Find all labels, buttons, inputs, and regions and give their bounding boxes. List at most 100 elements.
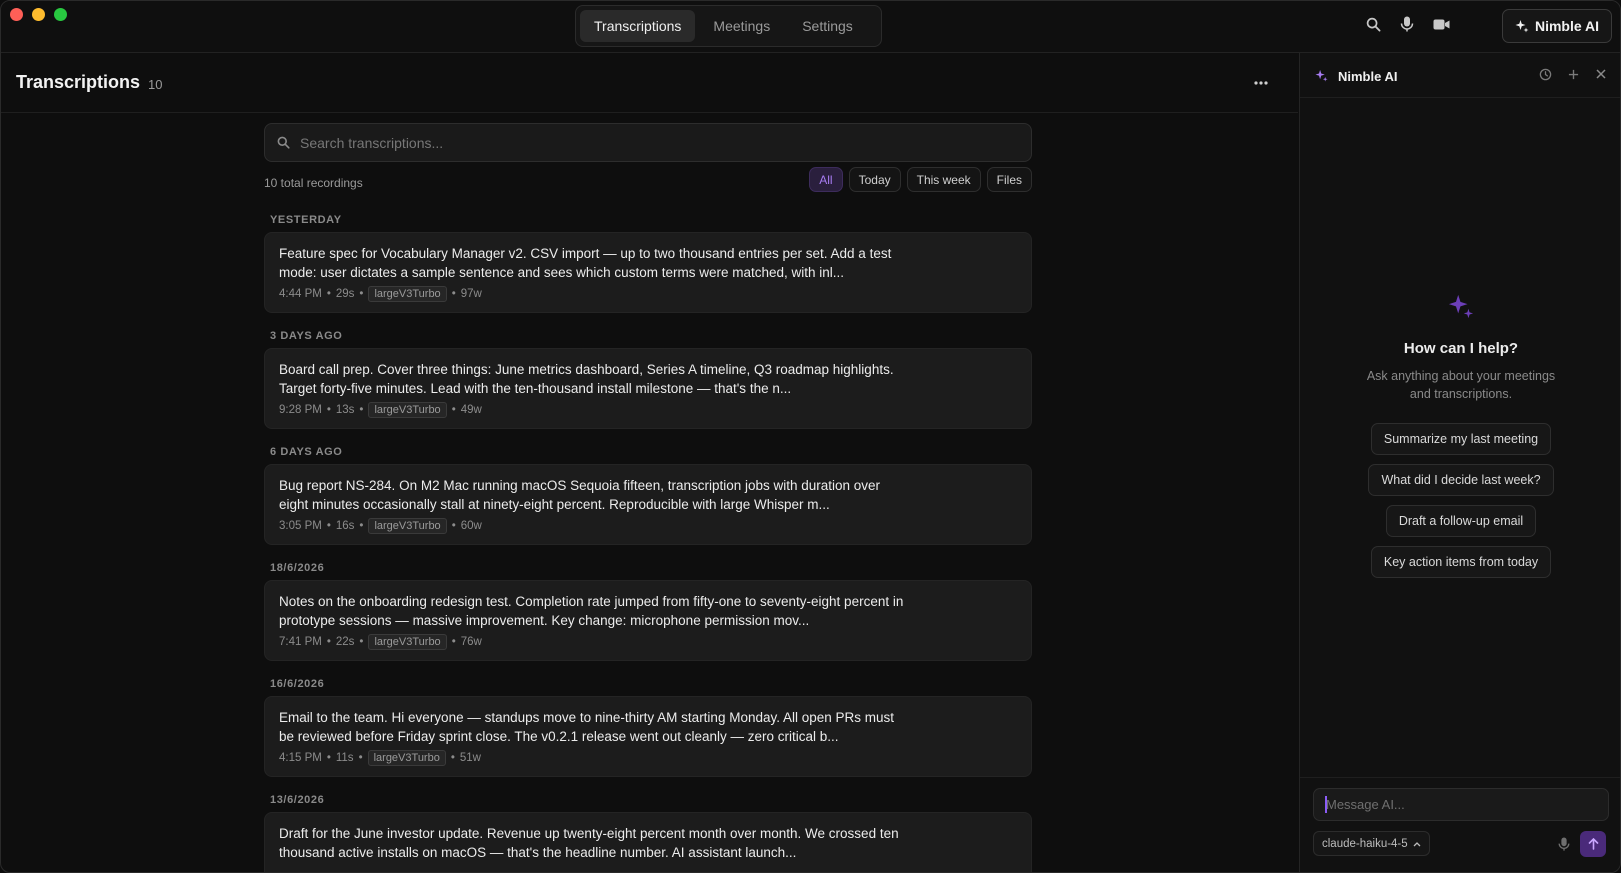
suggestion-decisions[interactable]: What did I decide last week?	[1368, 464, 1554, 496]
message-input[interactable]	[1313, 788, 1609, 821]
page-title: Transcriptions	[16, 72, 141, 92]
more-options-icon[interactable]	[1251, 73, 1271, 93]
title-bar: Transcriptions Meetings Settings Nimble …	[1, 1, 1620, 53]
filter-files[interactable]: Files	[986, 167, 1032, 192]
microphone-icon[interactable]	[1557, 837, 1571, 851]
app-window: Transcriptions Meetings Settings Nimble …	[0, 0, 1621, 873]
history-icon[interactable]	[1538, 67, 1552, 81]
transcription-duration: 29s	[335, 288, 355, 300]
word-count: 60w	[460, 520, 482, 532]
sparkle-icon	[1448, 294, 1474, 319]
minimize-window-button[interactable]	[32, 8, 45, 21]
word-count: 49w	[460, 404, 482, 416]
suggestion-summarize[interactable]: Summarize my last meeting	[1370, 423, 1552, 455]
empty-state-title: How can I help?	[1403, 340, 1519, 357]
panel-title: Nimble AI	[1338, 69, 1398, 84]
model-selector-label: claude-haiku-4-5	[1322, 837, 1408, 850]
transcription-card[interactable]: Feature spec for Vocabulary Manager v2. …	[264, 232, 1032, 313]
transcription-meta: 4:44 PM • 29s • largeV3Turbo • 97w	[279, 286, 482, 302]
group-label: 6 DAYS AGO	[270, 446, 343, 458]
transcription-card[interactable]: Draft for the June investor update. Reve…	[264, 812, 1032, 872]
filter-chips: All Today This week Files	[809, 167, 1032, 192]
group-label: 3 DAYS AGO	[270, 330, 343, 342]
transcription-card[interactable]: Email to the team. Hi everyone — standup…	[264, 696, 1032, 777]
tab-meetings[interactable]: Meetings	[699, 10, 784, 42]
model-badge: largeV3Turbo	[368, 286, 447, 302]
group-label: 18/6/2026	[270, 562, 325, 574]
video-camera-icon[interactable]	[1432, 15, 1450, 33]
transcriptions-view: Transcriptions 10 10 total recordings Al…	[1, 53, 1298, 872]
search-icon	[277, 136, 290, 149]
panel-header: Nimble AI	[1300, 53, 1620, 98]
tab-settings[interactable]: Settings	[788, 10, 867, 42]
transcription-time: 4:44 PM	[279, 288, 322, 300]
suggestion-follow-up[interactable]: Draft a follow-up email	[1385, 505, 1537, 537]
new-chat-icon[interactable]	[1566, 67, 1580, 81]
text-cursor	[1325, 796, 1327, 813]
close-icon[interactable]	[1594, 67, 1608, 81]
transcription-text: Notes on the onboarding redesign test. C…	[279, 594, 904, 628]
transcription-text: Bug report NS-284. On M2 Mac running mac…	[279, 478, 881, 512]
empty-state-subtitle: Ask anything about your meetings and tra…	[1366, 369, 1556, 401]
transcription-meta: 3:05 PM • 16s • largeV3Turbo • 60w	[279, 518, 482, 534]
send-button[interactable]	[1580, 831, 1606, 857]
transcription-text: Email to the team. Hi everyone — standup…	[279, 710, 895, 744]
word-count: 97w	[460, 288, 482, 300]
transcription-duration: 13s	[335, 404, 355, 416]
filter-all[interactable]: All	[809, 167, 843, 192]
transcription-list: YESTERDAY Feature spec for Vocabulary Ma…	[264, 203, 1032, 872]
transcription-meta: 7:41 PM • 22s • largeV3Turbo • 76w	[279, 634, 482, 650]
toolbar-icons	[1364, 15, 1450, 33]
transcription-duration: 22s	[335, 636, 355, 648]
transcription-text: Draft for the June investor update. Reve…	[279, 826, 899, 860]
empty-state: How can I help? Ask anything about your …	[1300, 293, 1620, 578]
microphone-icon[interactable]	[1398, 15, 1416, 33]
transcription-card[interactable]: Notes on the onboarding redesign test. C…	[264, 580, 1032, 661]
sparkle-icon	[1315, 69, 1328, 82]
model-badge: largeV3Turbo	[367, 750, 446, 766]
transcription-duration: 11s	[335, 752, 354, 764]
model-selector[interactable]: claude-haiku-4-5	[1313, 831, 1430, 856]
close-window-button[interactable]	[10, 8, 23, 21]
group-label: 13/6/2026	[270, 794, 325, 806]
transcription-count: 10	[148, 77, 163, 92]
nimble-ai-panel: Nimble AI How can I help? Ask anything a…	[1299, 53, 1620, 872]
message-composer: claude-haiku-4-5	[1300, 777, 1620, 872]
transcription-duration: 16s	[335, 520, 355, 532]
suggestion-action-items[interactable]: Key action items from today	[1370, 546, 1552, 578]
chevron-up-icon	[1413, 841, 1421, 846]
sparkle-icon	[1515, 20, 1529, 33]
transcription-time: 3:05 PM	[279, 520, 322, 532]
total-recordings: 10 total recordings	[264, 176, 363, 190]
model-badge: largeV3Turbo	[368, 634, 447, 650]
transcription-text: Feature spec for Vocabulary Manager v2. …	[279, 246, 892, 280]
search-bar	[264, 123, 1032, 162]
filter-this-week[interactable]: This week	[906, 167, 981, 192]
transcription-text: Board call prep. Cover three things: Jun…	[279, 362, 894, 396]
nimble-ai-button-label: Nimble AI	[1534, 18, 1599, 34]
search-input[interactable]	[300, 134, 1000, 151]
transcription-meta: 9:28 PM • 13s • largeV3Turbo • 49w	[279, 402, 482, 418]
word-count: 51w	[459, 752, 481, 764]
group-label: 16/6/2026	[270, 678, 325, 690]
view-header: Transcriptions 10	[1, 53, 1298, 113]
nimble-ai-button[interactable]: Nimble AI	[1501, 9, 1612, 43]
window-controls	[10, 8, 67, 21]
tab-transcriptions[interactable]: Transcriptions	[580, 10, 696, 42]
transcription-card[interactable]: Bug report NS-284. On M2 Mac running mac…	[264, 464, 1032, 545]
model-badge: largeV3Turbo	[368, 402, 447, 418]
transcription-time: 9:28 PM	[279, 404, 322, 416]
word-count: 76w	[460, 636, 482, 648]
transcription-time: 7:41 PM	[279, 636, 322, 648]
suggestion-list: Summarize my last meeting What did I dec…	[1300, 423, 1620, 578]
zoom-window-button[interactable]	[54, 8, 67, 21]
search-icon[interactable]	[1364, 15, 1382, 33]
filter-today[interactable]: Today	[848, 167, 901, 192]
group-label: YESTERDAY	[270, 214, 342, 226]
panel-actions	[1538, 67, 1608, 81]
model-badge: largeV3Turbo	[368, 518, 447, 534]
main-nav-tabs: Transcriptions Meetings Settings	[575, 5, 882, 47]
transcription-card[interactable]: Board call prep. Cover three things: Jun…	[264, 348, 1032, 429]
transcription-meta: 4:15 PM • 11s • largeV3Turbo • 51w	[279, 750, 481, 766]
transcription-time: 4:15 PM	[279, 752, 322, 764]
